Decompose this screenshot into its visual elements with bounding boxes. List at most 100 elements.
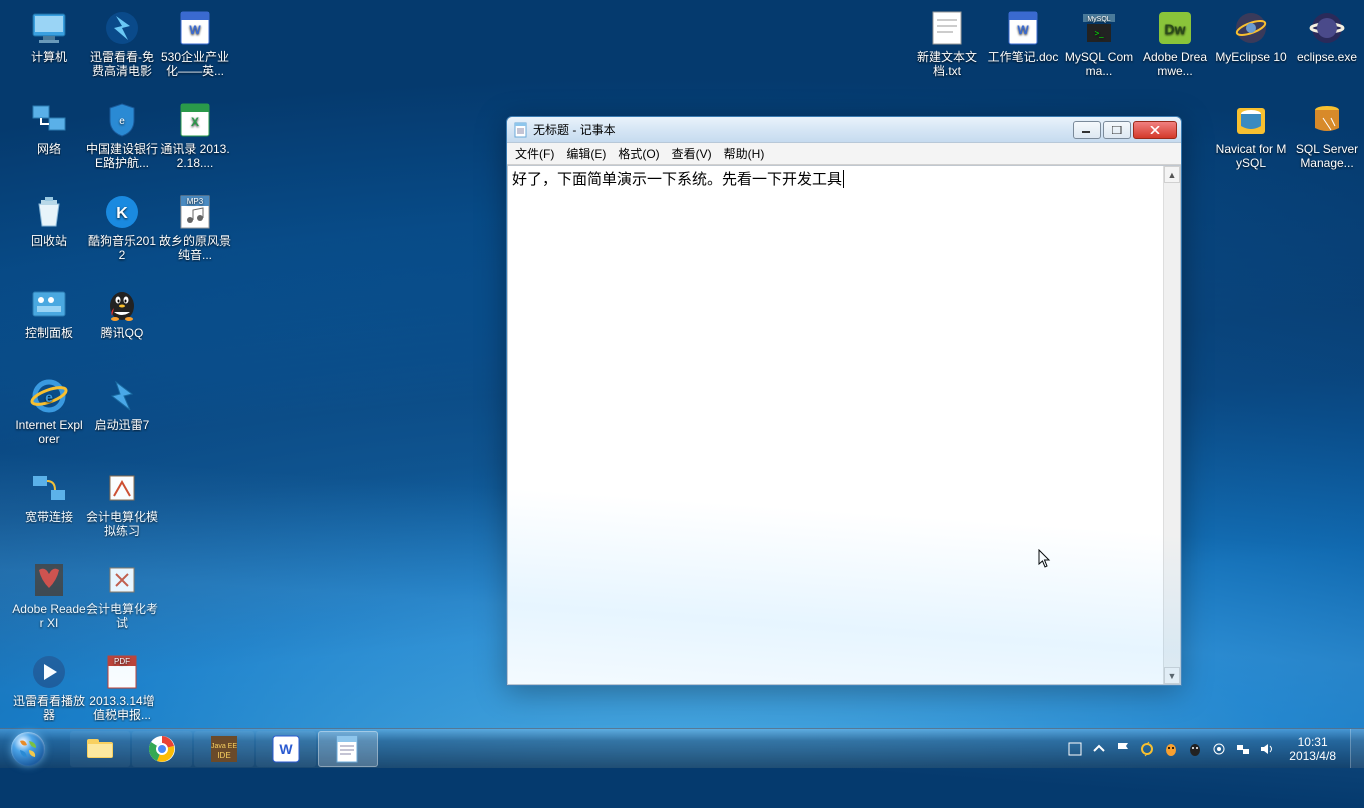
scroll-track[interactable] <box>1164 183 1180 667</box>
icon-label: Internet Explorer <box>12 418 86 446</box>
menu-h[interactable]: 帮助(H) <box>724 145 765 162</box>
clock[interactable]: 10:312013/4/8 <box>1283 735 1342 763</box>
navicat-icon[interactable]: Navicat for MySQL <box>1214 100 1288 170</box>
text-caret <box>843 170 844 188</box>
xunlei-kankan-icon-glyph <box>102 8 142 48</box>
icon-label: 故乡的原风景 纯音... <box>158 234 232 262</box>
menu-o[interactable]: 格式(O) <box>618 145 659 162</box>
xunlei-player-icon[interactable]: 迅雷看看播放器 <box>12 652 86 722</box>
myeclipse-icon[interactable]: MyEclipse 10 <box>1214 8 1288 64</box>
chevron-up-icon[interactable] <box>1091 741 1107 757</box>
scroll-up-button[interactable]: ▲ <box>1164 166 1180 183</box>
pdf-tax-icon[interactable]: PDF2013.3.14增值税申报... <box>85 652 159 722</box>
javaee-task[interactable]: Java EEIDE <box>194 731 254 767</box>
chrome-task[interactable] <box>132 731 192 767</box>
adobe-reader-icon-glyph <box>29 560 69 600</box>
ie-icon[interactable]: e Internet Explorer <box>12 376 86 446</box>
svg-text:e: e <box>45 389 53 405</box>
scroll-down-button[interactable]: ▼ <box>1164 667 1180 684</box>
kugou-icon[interactable]: K 酷狗音乐2012 <box>85 192 159 262</box>
icon-label: 启动迅雷7 <box>95 418 150 432</box>
qq-tray-icon-2[interactable] <box>1187 741 1203 757</box>
control-panel-icon-glyph <box>29 284 69 324</box>
minimize-button[interactable] <box>1073 121 1101 139</box>
notepad-task[interactable] <box>318 731 378 767</box>
sync-icon[interactable] <box>1139 741 1155 757</box>
volume-icon[interactable] <box>1259 741 1275 757</box>
qq-tray-icon[interactable] <box>1163 741 1179 757</box>
vertical-scrollbar[interactable]: ▲ ▼ <box>1163 166 1180 684</box>
control-panel-icon[interactable]: 控制面板 <box>12 284 86 340</box>
date-text: 2013/4/8 <box>1289 749 1336 763</box>
broadband-icon-glyph <box>29 468 69 508</box>
icon-label: 迅雷看看播放器 <box>12 694 86 722</box>
menu-bar: 文件(F) 编辑(E) 格式(O) 查看(V) 帮助(H) <box>507 143 1181 165</box>
desktop[interactable]: 计算机迅雷看看-免费高清电影W530企业产业化——英... 网络e中国建设银行E路… <box>0 0 1364 768</box>
svg-text:Dw: Dw <box>1165 21 1186 37</box>
doc-530-icon[interactable]: W530企业产业化——英... <box>158 8 232 78</box>
acct-sim-icon[interactable]: 会计电算化模拟练习 <box>85 468 159 538</box>
broadband-icon[interactable]: 宽带连接 <box>12 468 86 524</box>
network-icon[interactable]: 网络 <box>12 100 86 156</box>
icon-label: 宽带连接 <box>25 510 73 524</box>
xunlei-kankan-icon[interactable]: 迅雷看看-免费高清电影 <box>85 8 159 78</box>
menu-v[interactable]: 查看(V) <box>672 145 712 162</box>
show-desktop-button[interactable] <box>1350 729 1364 768</box>
sqlserver-icon-glyph <box>1307 100 1347 140</box>
start-button[interactable] <box>0 729 56 768</box>
icon-label: MySQL Comma... <box>1062 50 1136 78</box>
qq-icon[interactable]: 腾讯QQ <box>85 284 159 340</box>
flag-icon[interactable] <box>1115 741 1131 757</box>
menu-f[interactable]: 文件(F) <box>515 145 554 162</box>
ie-icon-glyph: e <box>29 376 69 416</box>
mysql-cmd-icon[interactable]: MySQL >_ MySQL Comma... <box>1062 8 1136 78</box>
svg-text:K: K <box>116 205 128 222</box>
icon-label: 会计电算化模拟练习 <box>85 510 159 538</box>
worknote-icon-glyph: W <box>1003 8 1043 48</box>
icon-label: 腾讯QQ <box>101 326 144 340</box>
word-task[interactable]: W <box>256 731 316 767</box>
computer-icon[interactable]: 计算机 <box>12 8 86 64</box>
icon-label: 控制面板 <box>25 326 73 340</box>
maximize-button[interactable] <box>1103 121 1131 139</box>
icon-label: 回收站 <box>31 234 67 248</box>
contacts-icon[interactable]: X 通讯录 2013.2.18.... <box>158 100 232 170</box>
icon-label: MyEclipse 10 <box>1215 50 1286 64</box>
dreamweaver-icon[interactable]: DwAdobe Dreamwe... <box>1138 8 1212 78</box>
xunlei-player-icon-glyph <box>29 652 69 692</box>
ccb-icon[interactable]: e中国建设银行E路护航... <box>85 100 159 170</box>
explorer-task[interactable] <box>70 731 130 767</box>
icon-label: 通讯录 2013.2.18.... <box>158 142 232 170</box>
close-button[interactable] <box>1133 121 1177 139</box>
acct-exam-icon[interactable]: 会计电算化考试 <box>85 560 159 630</box>
icon-label: 新建文本文档.txt <box>910 50 984 78</box>
sqlserver-icon[interactable]: SQL Server Manage... <box>1290 100 1364 170</box>
svg-text:W: W <box>279 741 293 757</box>
ccb-icon-glyph: e <box>102 100 142 140</box>
newtxt-icon[interactable]: 新建文本文档.txt <box>910 8 984 78</box>
icon-label: Navicat for MySQL <box>1214 142 1288 170</box>
recycle-icon[interactable]: 回收站 <box>12 192 86 248</box>
svg-text:>_: >_ <box>1094 29 1104 38</box>
mp3-icon[interactable]: MP3 故乡的原风景 纯音... <box>158 192 232 262</box>
worknote-icon[interactable]: W工作笔记.doc <box>986 8 1060 64</box>
icon-label: 酷狗音乐2012 <box>85 234 159 262</box>
titlebar[interactable]: 无标题 - 记事本 <box>507 117 1181 143</box>
start-xunlei-icon-glyph <box>102 376 142 416</box>
eclipse-icon[interactable]: eclipse.exe <box>1290 8 1364 64</box>
settings-tray-icon[interactable] <box>1211 741 1227 757</box>
acct-sim-icon-glyph <box>102 468 142 508</box>
start-xunlei-icon[interactable]: 启动迅雷7 <box>85 376 159 432</box>
svg-text:Java EE: Java EE <box>211 743 237 750</box>
network-tray-icon[interactable] <box>1235 741 1251 757</box>
text-area[interactable]: 好了，下面简单演示一下系统。先看一下开发工具 <box>508 166 1163 684</box>
menu-e[interactable]: 编辑(E) <box>566 145 606 162</box>
svg-text:MySQL: MySQL <box>1087 16 1110 23</box>
window-title: 无标题 - 记事本 <box>533 121 1073 138</box>
svg-text:X: X <box>191 115 199 129</box>
taskbar: Java EEIDE W 10:312013/4/8 <box>0 728 1364 768</box>
adobe-reader-icon[interactable]: Adobe Reader XI <box>12 560 86 630</box>
svg-text:MP3: MP3 <box>187 197 204 206</box>
icon-label: Adobe Reader XI <box>12 602 86 630</box>
action-center-icon[interactable] <box>1067 741 1083 757</box>
